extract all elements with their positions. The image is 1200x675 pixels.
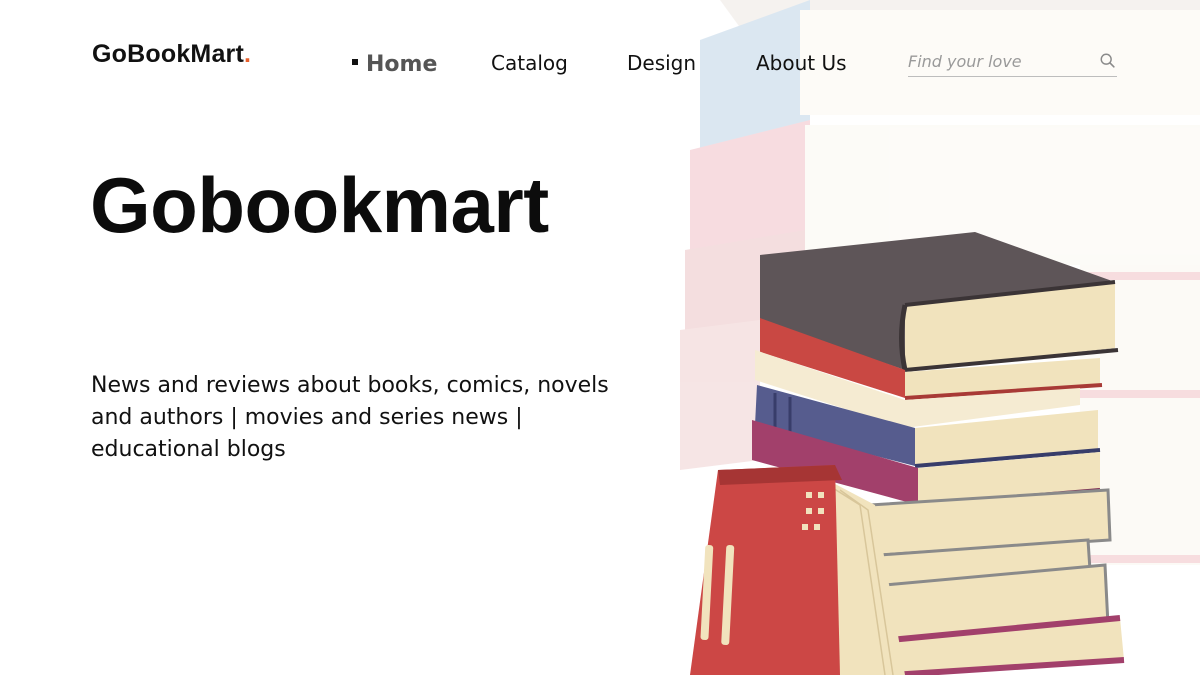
nav-item-label: Home	[366, 52, 438, 77]
book-dark	[760, 232, 1119, 372]
hero-title: Gobookmart	[90, 161, 549, 249]
book-gray	[868, 488, 1112, 642]
nav-item-about-us[interactable]: About Us	[756, 51, 847, 75]
nav-item-home[interactable]: Home	[352, 52, 437, 77]
hero-description: News and reviews about books, comics, no…	[91, 373, 609, 462]
nav-item-design[interactable]: Design	[627, 51, 696, 75]
search-bar	[908, 50, 1117, 77]
background-book-stack	[680, 0, 1200, 565]
book-red	[760, 318, 1103, 400]
nav-item-label: About Us	[756, 51, 847, 75]
nav-item-label: Design	[627, 51, 697, 75]
active-indicator-icon	[352, 59, 358, 65]
book-stack-illustration	[680, 0, 1200, 675]
book-standing-red	[690, 465, 905, 675]
search-input[interactable]	[908, 50, 1088, 72]
nav-item-label: Catalog	[491, 51, 568, 75]
book-cream	[755, 350, 1080, 428]
book-magenta	[752, 420, 1101, 507]
book-blue	[755, 385, 1101, 468]
search-icon[interactable]	[1099, 52, 1117, 70]
nav-item-catalog[interactable]: Catalog	[491, 51, 568, 75]
book-bottom-magenta	[889, 615, 1125, 675]
